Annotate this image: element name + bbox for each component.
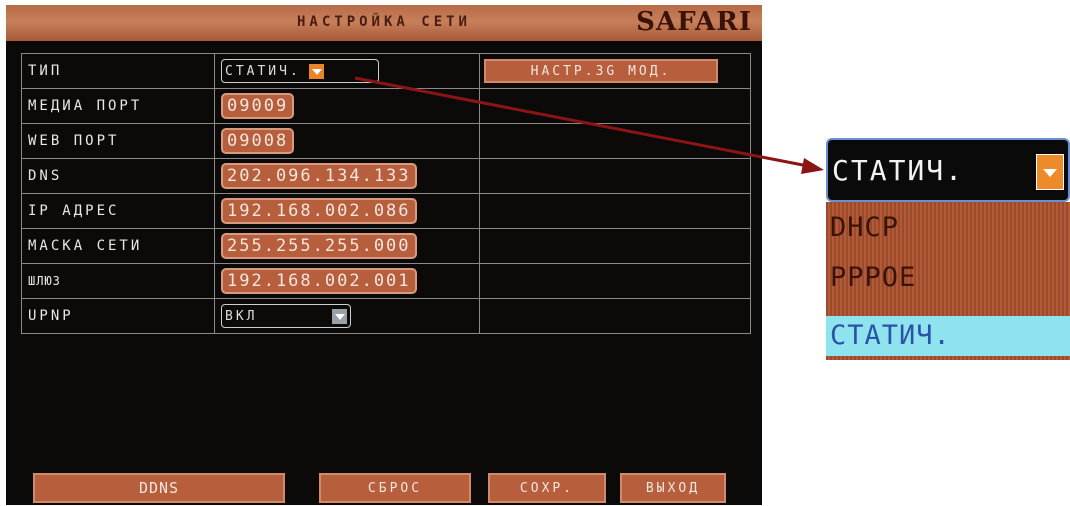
dropdown-list: DHCP PPPOE СТАТИЧ. — [826, 202, 1070, 360]
zoom-select[interactable]: СТАТИЧ. — [826, 138, 1070, 202]
option-static[interactable]: СТАТИЧ. — [826, 316, 1070, 356]
chevron-down-icon[interactable] — [1036, 154, 1064, 190]
zoom-select-value: СТАТИЧ. — [832, 154, 965, 187]
option-pppoe[interactable]: PPPOE — [830, 262, 916, 293]
type-dropdown-zoom: СТАТИЧ. DHCP PPPOE СТАТИЧ. — [826, 138, 1070, 360]
option-dhcp[interactable]: DHCP — [830, 212, 899, 243]
